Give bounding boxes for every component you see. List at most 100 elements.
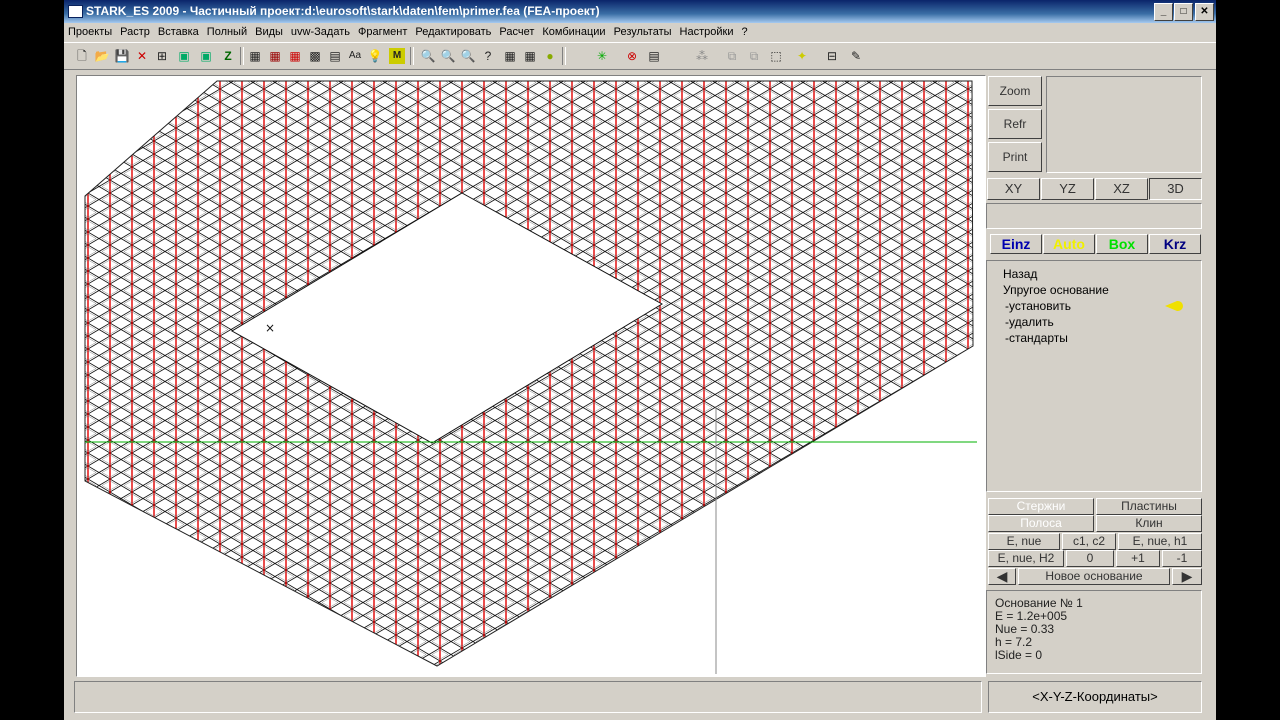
e-nue-h2-button[interactable]: E, nue, H2 xyxy=(988,550,1064,567)
menu-item-standards[interactable]: -стандарты xyxy=(1005,331,1068,345)
toolbar-separator xyxy=(240,47,244,65)
cancel-icon[interactable]: ⊗ xyxy=(624,48,640,64)
view-yz-button[interactable]: YZ xyxy=(1041,178,1094,200)
next-arrow-button[interactable]: ▶ xyxy=(1172,568,1202,585)
menu-insert[interactable]: Вставка xyxy=(154,23,203,38)
refresh-button[interactable]: Refr xyxy=(988,109,1042,139)
menu-views[interactable]: Виды xyxy=(251,23,287,38)
zoom-out-icon[interactable]: 🔍 xyxy=(460,48,476,64)
rods-button[interactable]: Стержни xyxy=(988,498,1094,515)
base-info-panel: Основание № 1 E = 1.2e+005 Nue = 0.33 h … xyxy=(986,590,1202,674)
e-nue-button[interactable]: E, nue xyxy=(988,533,1060,550)
grid-ab-icon[interactable]: ▤ xyxy=(327,48,343,64)
mode-krz-button[interactable]: Krz xyxy=(1149,234,1201,254)
toolbar-separator xyxy=(410,47,414,65)
menu-uvw[interactable]: uvw-Задать xyxy=(287,23,354,38)
monitor-icon[interactable]: ▣ xyxy=(176,48,192,64)
window-title: STARK_ES 2009 - Частичный проект:d:\euro… xyxy=(86,4,600,18)
new-icon[interactable]: 🗋 xyxy=(74,48,90,64)
node-icon[interactable]: ⊞ xyxy=(154,48,170,64)
m-icon[interactable]: M xyxy=(389,48,405,64)
monitor-alt-icon[interactable]: ▣ xyxy=(198,48,214,64)
fem-canvas[interactable]: × xyxy=(76,75,986,677)
bulb-icon[interactable]: ✦ xyxy=(794,48,810,64)
print-button[interactable]: Print xyxy=(988,142,1042,172)
mode-box-button[interactable]: Box xyxy=(1096,234,1148,254)
command-menu: Назад Упругое основание -установить -уда… xyxy=(986,260,1202,492)
cut-icon[interactable]: ✕ xyxy=(134,48,150,64)
menu-full[interactable]: Полный xyxy=(203,23,251,38)
mode-einz-button[interactable]: Einz xyxy=(990,234,1042,254)
grid-red-icon[interactable]: ▦ xyxy=(287,48,303,64)
app-icon xyxy=(68,5,83,18)
strip-button[interactable]: Полоса xyxy=(988,515,1094,532)
zoom-button[interactable]: Zoom xyxy=(988,76,1042,106)
view-xz-button[interactable]: XZ xyxy=(1095,178,1148,200)
grid-dark-icon[interactable]: ▩ xyxy=(307,48,323,64)
grid-alt-icon[interactable]: ▦ xyxy=(267,48,283,64)
frame-icon[interactable]: ⊟ xyxy=(824,48,840,64)
new-base-button[interactable]: Новое основание xyxy=(1018,568,1170,585)
mode-auto-button[interactable]: Auto xyxy=(1043,234,1095,254)
frame-icon[interactable]: ⬚ xyxy=(768,48,784,64)
menu-item-elastic-base[interactable]: Упругое основание xyxy=(1003,283,1109,297)
save-icon[interactable]: 💾 xyxy=(114,48,130,64)
view-3d-button[interactable]: 3D xyxy=(1149,178,1202,200)
prev-arrow-button[interactable]: ◀ xyxy=(988,568,1016,585)
grid-icon[interactable]: ▦ xyxy=(502,48,518,64)
info-line: lSide = 0 xyxy=(995,648,1043,662)
maximize-button[interactable]: □ xyxy=(1174,3,1193,21)
menu-raster[interactable]: Растр xyxy=(116,23,154,38)
title-bar: STARK_ES 2009 - Частичный проект:d:\euro… xyxy=(64,0,1216,23)
active-arrow-icon xyxy=(1165,301,1177,311)
menu-combinations[interactable]: Комбинации xyxy=(538,23,609,38)
toolbar-separator xyxy=(562,47,566,65)
wedge-button[interactable]: Клин xyxy=(1096,515,1202,532)
e-nue-h1-button[interactable]: E, nue, h1 xyxy=(1118,533,1202,550)
menu-item-set[interactable]: -установить xyxy=(1005,299,1071,313)
menu-edit[interactable]: Редактировать xyxy=(411,23,495,38)
right-panel: Zoom Refr Print XY YZ XZ 3D Einz Auto Bo… xyxy=(986,72,1204,682)
draw-icon[interactable]: ✎ xyxy=(848,48,864,64)
menu-item-back[interactable]: Назад xyxy=(1003,267,1037,281)
zoom-in-icon[interactable]: 🔍 xyxy=(440,48,456,64)
menu-fragment[interactable]: Фрагмент xyxy=(354,23,411,38)
slab-mesh xyxy=(85,81,973,666)
zoom-icon[interactable]: 🔍 xyxy=(420,48,436,64)
menu-bar: Проекты Растр Вставка Полный Виды uvw-Задать Ф… xyxy=(64,23,1216,41)
help-icon[interactable]: ? xyxy=(480,48,496,64)
menu-item-delete[interactable]: -удалить xyxy=(1005,315,1054,329)
menu-help[interactable]: ? xyxy=(737,23,751,38)
status-bar-left xyxy=(74,681,982,713)
value-zero-button[interactable]: 0 xyxy=(1066,550,1114,567)
view-xy-button[interactable]: XY xyxy=(987,178,1040,200)
z-icon[interactable]: Z xyxy=(220,48,236,64)
minus-one-button[interactable]: -1 xyxy=(1162,550,1202,567)
open-icon[interactable]: 📂 xyxy=(94,48,110,64)
toolbar: 🗋 📂 💾 ✕ ⊞ ▣ ▣ Z ▦ ▦ ▦ ▩ ▤ Aa 💡 M 🔍 🔍 🔍 ?… xyxy=(64,42,1216,70)
c1-c2-button[interactable]: c1, c2 xyxy=(1062,533,1116,550)
coordinates-status: <X-Y-Z-Координаты> xyxy=(988,681,1202,713)
minimize-button[interactable]: _ xyxy=(1154,3,1173,21)
plus-one-button[interactable]: +1 xyxy=(1116,550,1160,567)
close-button[interactable]: ✕ xyxy=(1195,3,1214,21)
preview-box xyxy=(1046,76,1202,173)
plates-button[interactable]: Пластины xyxy=(1096,498,1202,515)
axis-icon[interactable]: ✳ xyxy=(594,48,610,64)
random-icon[interactable]: ⁂ xyxy=(694,48,710,64)
help-icon[interactable]: ● xyxy=(542,48,558,64)
application-window: STARK_ES 2009 - Частичный проект:d:\euro… xyxy=(64,0,1216,720)
lamp-icon[interactable]: 💡 xyxy=(367,48,383,64)
select-icon[interactable]: ▤ xyxy=(646,48,662,64)
label-icon[interactable]: Aa xyxy=(347,48,363,64)
cube-icon[interactable]: ⧉ xyxy=(724,48,740,64)
grid-icon[interactable]: ▦ xyxy=(522,48,538,64)
grid-icon[interactable]: ▦ xyxy=(247,48,263,64)
menu-calc[interactable]: Расчет xyxy=(495,23,538,38)
input-field[interactable] xyxy=(986,203,1202,229)
menu-settings[interactable]: Настройки xyxy=(676,23,738,38)
active-arrow-tail xyxy=(1177,301,1183,311)
menu-results[interactable]: Результаты xyxy=(610,23,676,38)
cube-icon[interactable]: ⧉ xyxy=(746,48,762,64)
menu-projects[interactable]: Проекты xyxy=(64,23,116,38)
